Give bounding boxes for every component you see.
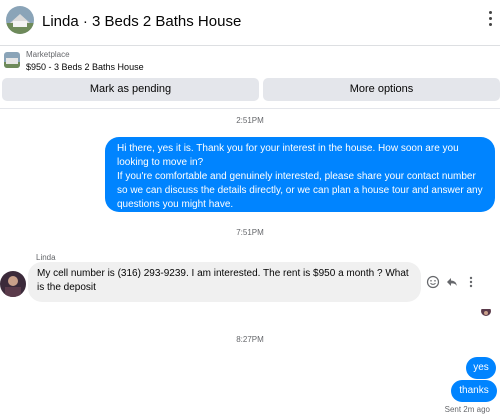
- timestamp: 8:27PM: [236, 335, 264, 344]
- smiley-icon[interactable]: [426, 275, 442, 291]
- timestamp: 2:51PM: [236, 116, 264, 125]
- listing-thumbnail: [4, 52, 20, 68]
- conversation-title[interactable]: Linda · 3 Beds 2 Baths House: [42, 13, 241, 30]
- reply-icon[interactable]: [445, 275, 461, 291]
- listing-source: Marketplace: [26, 50, 70, 59]
- message-status: Sent 2m ago: [444, 405, 490, 414]
- more-options-button[interactable]: More options: [263, 78, 500, 101]
- seen-avatar: [481, 306, 491, 316]
- avatar[interactable]: [6, 6, 34, 34]
- more-vertical-icon[interactable]: [464, 275, 480, 291]
- outgoing-message[interactable]: Hi there, yes it is. Thank you for your …: [105, 137, 495, 212]
- divider: [0, 108, 500, 109]
- mark-as-pending-button[interactable]: Mark as pending: [2, 78, 259, 101]
- listing-title: $950 - 3 Beds 2 Baths House: [26, 62, 144, 72]
- incoming-message[interactable]: My cell number is (316) 293-9239. I am i…: [28, 262, 421, 302]
- more-vertical-icon[interactable]: [484, 8, 496, 32]
- timestamp: 7:51PM: [236, 228, 264, 237]
- conversation-header: Linda · 3 Beds 2 Baths House: [0, 0, 500, 46]
- listing-summary[interactable]: Marketplace $950 - 3 Beds 2 Baths House: [0, 48, 500, 76]
- outgoing-message[interactable]: yes: [466, 357, 496, 379]
- message-text: Hi there, yes it is. Thank you for your …: [117, 143, 459, 168]
- sender-name: Linda: [36, 253, 56, 262]
- message-text: My cell number is (316) 293-9239. I am i…: [37, 268, 409, 293]
- outgoing-message[interactable]: thanks: [451, 380, 497, 402]
- message-text: If you're comfortable and genuinely inte…: [117, 171, 483, 210]
- message-actions: [426, 275, 476, 291]
- avatar[interactable]: [0, 271, 26, 297]
